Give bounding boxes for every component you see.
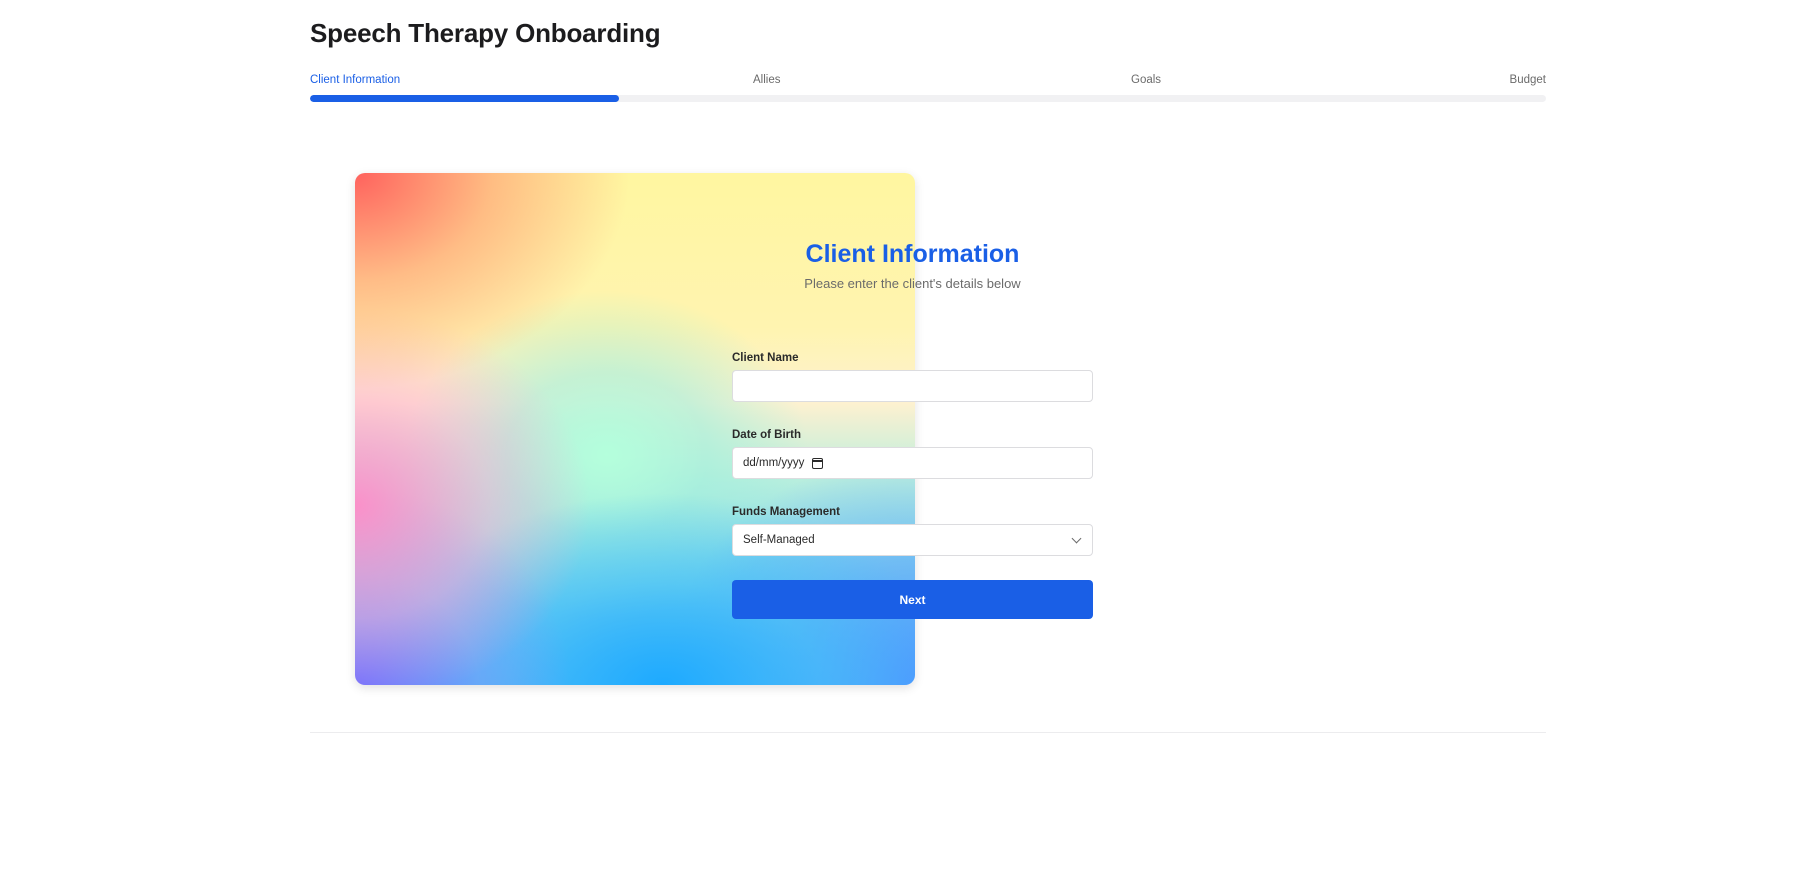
date-of-birth-value: dd/mm/yyyy	[743, 457, 805, 469]
progress-bar	[310, 95, 1546, 102]
form-subtitle: Please enter the client's details below	[804, 276, 1021, 291]
step-budget[interactable]: Budget	[1510, 74, 1546, 86]
calendar-icon[interactable]	[812, 457, 824, 469]
chevron-down-icon	[1071, 533, 1082, 543]
funds-management-select[interactable]: Self-Managed	[732, 524, 1093, 556]
step-goals[interactable]: Goals	[1131, 74, 1161, 86]
step-client-information[interactable]: Client Information	[310, 74, 400, 86]
client-name-field: Client Name	[732, 352, 1093, 402]
date-of-birth-field: Date of Birth dd/mm/yyyy	[732, 429, 1093, 479]
page-title: Speech Therapy Onboarding	[310, 18, 661, 48]
stepper: Client Information Allies Goals Budget	[310, 74, 1546, 88]
funds-management-label: Funds Management	[732, 506, 840, 518]
funds-management-field: Funds Management Self-Managed	[732, 506, 1093, 556]
date-of-birth-input[interactable]: dd/mm/yyyy	[732, 447, 1093, 479]
form-title: Client Information	[805, 240, 1020, 268]
next-button[interactable]: Next	[732, 580, 1093, 619]
progress-bar-fill	[310, 95, 619, 102]
date-of-birth-label: Date of Birth	[732, 429, 801, 441]
footer-divider	[310, 732, 1546, 733]
form-header: Client Information Please enter the clie…	[732, 240, 1093, 291]
step-allies[interactable]: Allies	[753, 74, 780, 86]
funds-management-selected: Self-Managed	[743, 534, 815, 546]
client-name-label: Client Name	[732, 352, 799, 364]
client-name-input[interactable]	[732, 370, 1093, 402]
